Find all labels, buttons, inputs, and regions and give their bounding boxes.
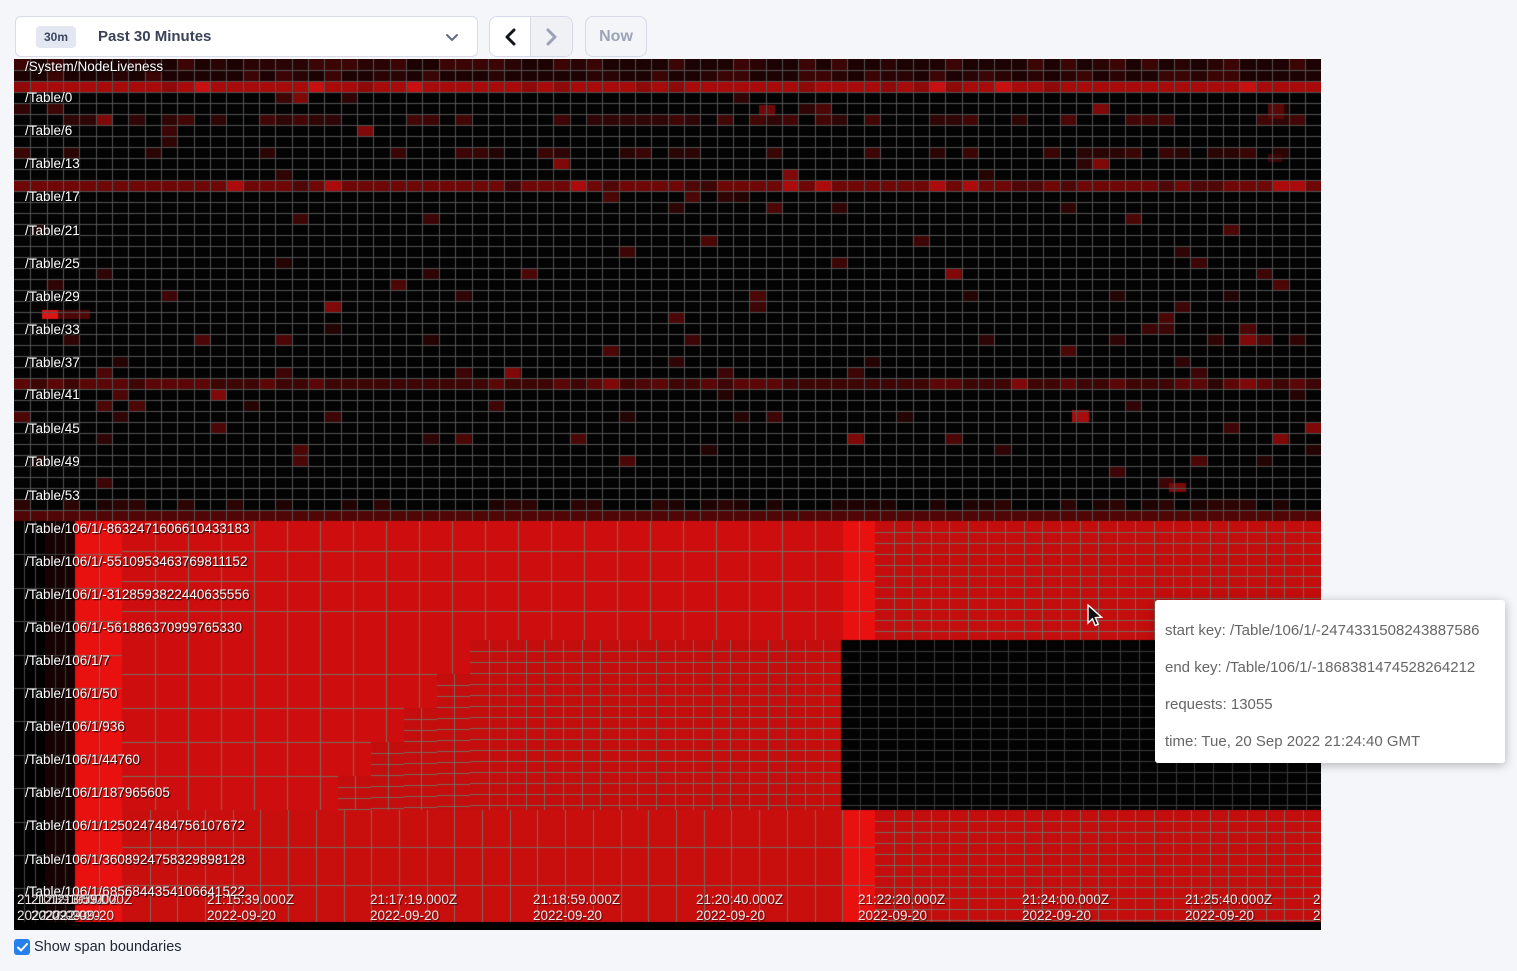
check-icon (17, 943, 28, 952)
chevron-left-icon (504, 28, 516, 46)
tooltip-end-key: end key: /Table/106/1/-18683814745282642… (1165, 649, 1495, 686)
range-badge: 30m (36, 26, 76, 48)
time-range-dropdown[interactable]: 30m Past 30 Minutes (15, 16, 478, 57)
tooltip-time: time: Tue, 20 Sep 2022 21:24:40 GMT (1165, 723, 1495, 760)
show-span-boundaries-checkbox[interactable] (14, 939, 30, 955)
time-nav-group (489, 16, 573, 57)
tooltip-requests: requests: 13055 (1165, 686, 1495, 723)
span-tooltip: start key: /Table/106/1/-247433150824388… (1155, 600, 1505, 763)
footer: Show span boundaries (14, 939, 182, 955)
show-span-boundaries-label: Show span boundaries (34, 939, 182, 955)
prev-time-button[interactable] (490, 17, 531, 56)
range-label: Past 30 Minutes (98, 28, 211, 45)
chevron-down-icon (445, 33, 459, 42)
chevron-right-icon (546, 28, 558, 46)
tooltip-start-key: start key: /Table/106/1/-247433150824388… (1165, 612, 1495, 649)
key-visualizer-chart: /System/NodeLiveness/Table/0/Table/6/Tab… (14, 59, 1321, 930)
now-button[interactable]: Now (585, 16, 647, 57)
next-time-button[interactable] (531, 17, 572, 56)
heatmap-canvas[interactable] (14, 59, 1321, 930)
toolbar: 30m Past 30 Minutes Now (0, 0, 1517, 59)
